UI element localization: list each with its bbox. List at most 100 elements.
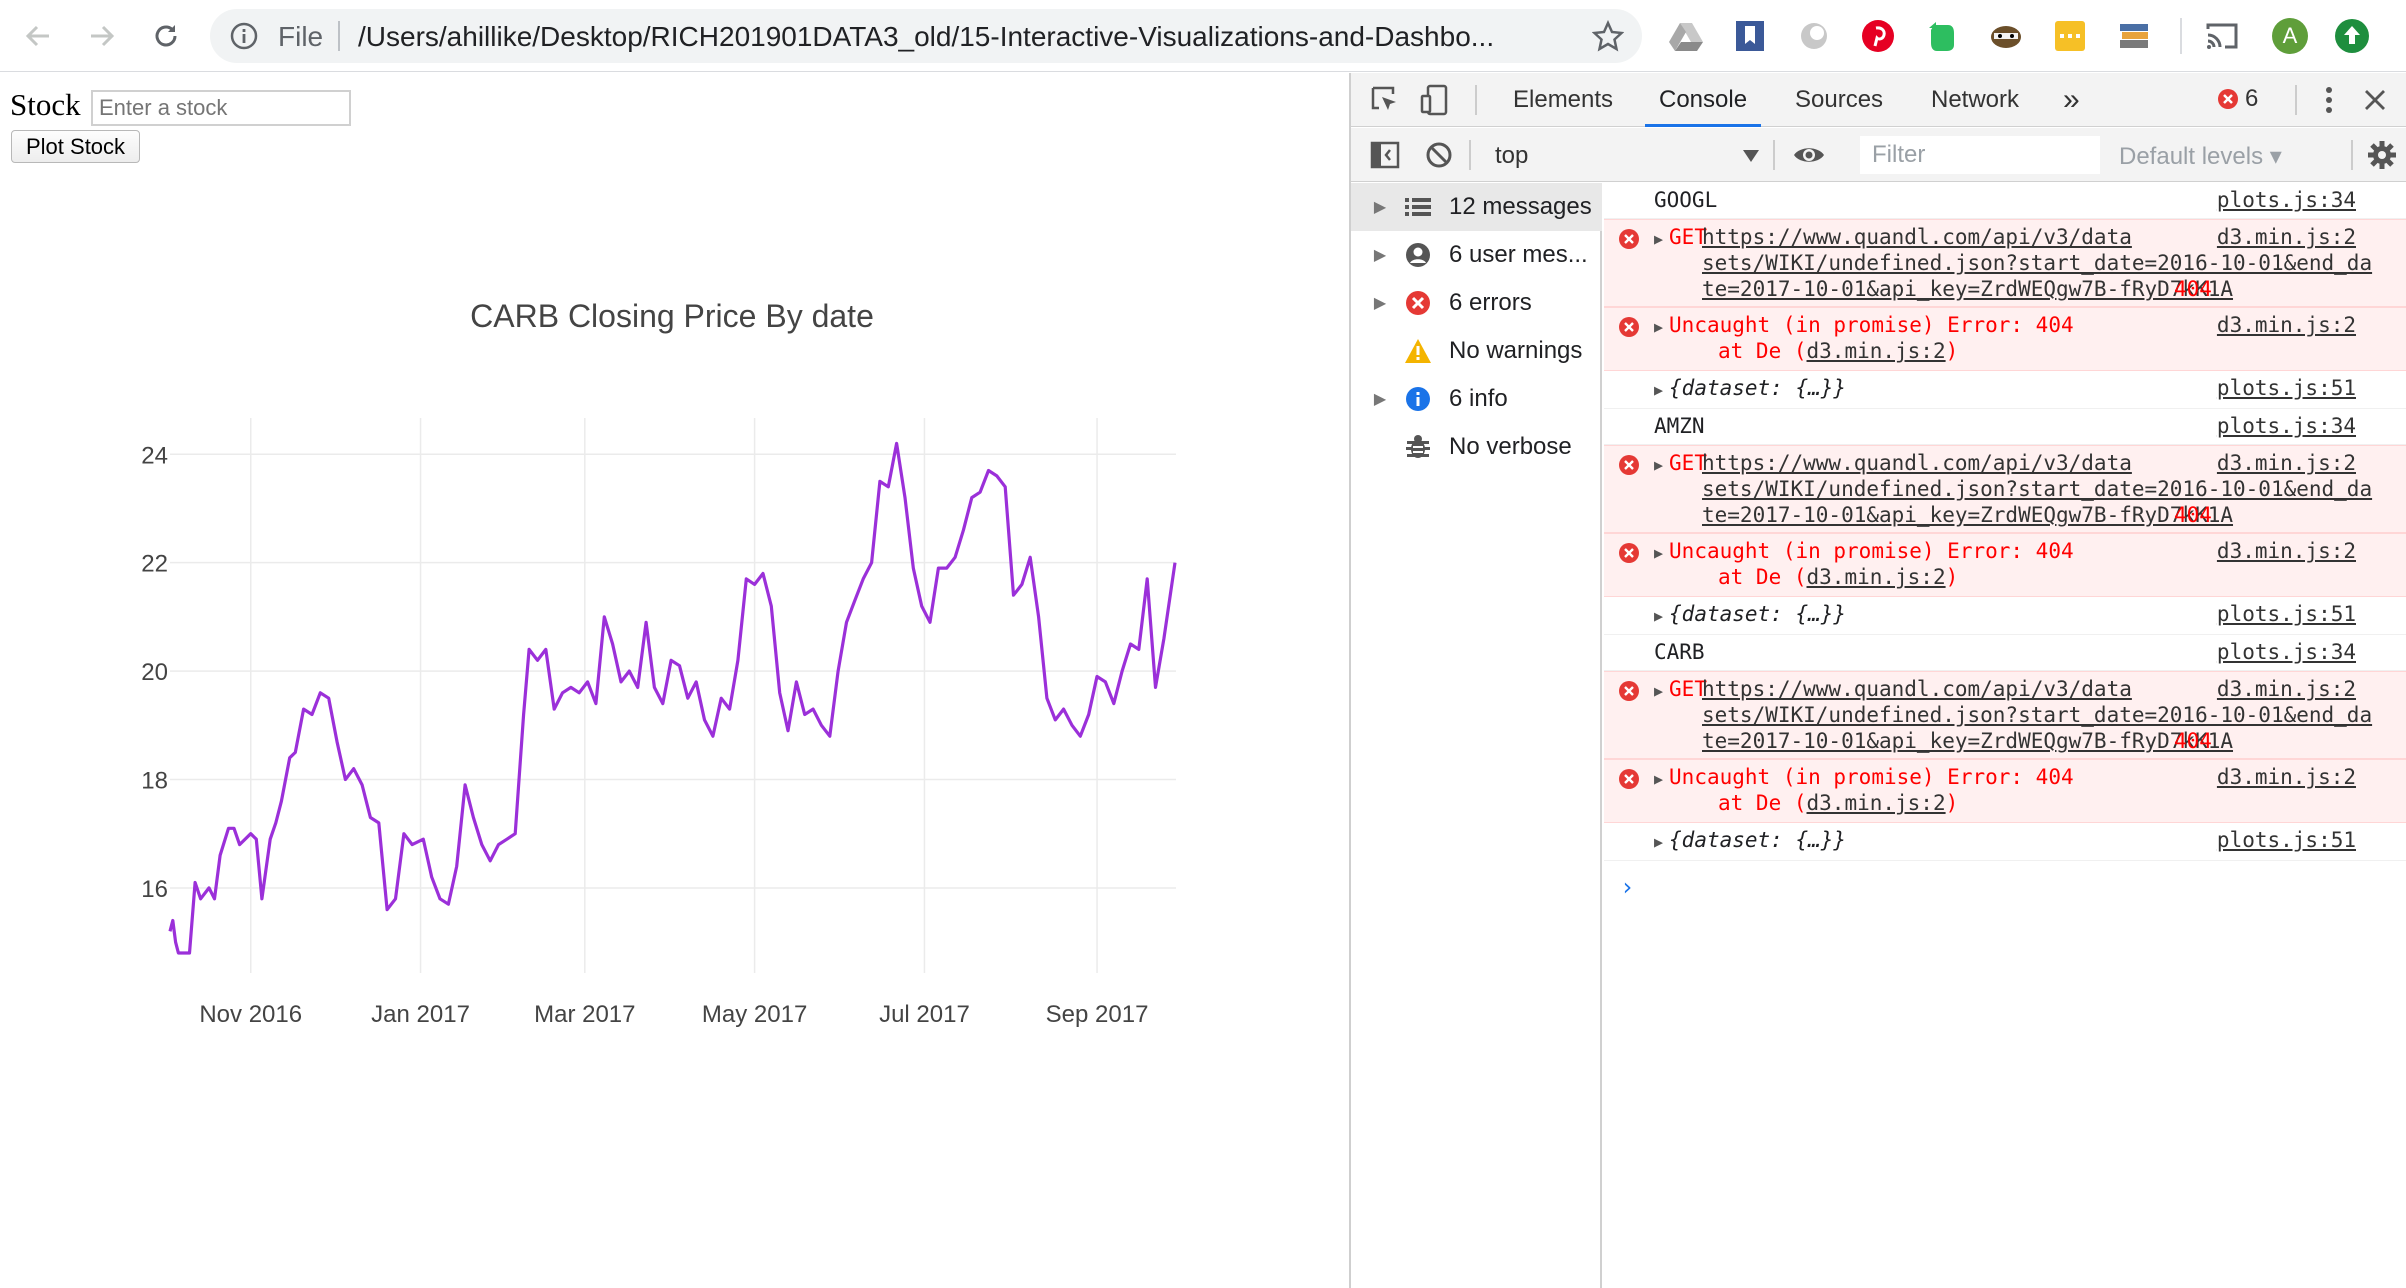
tab-console[interactable]: Console: [1645, 73, 1762, 127]
y-tick-label: 20: [141, 659, 168, 686]
source-link[interactable]: plots.js:34: [2217, 187, 2356, 213]
live-expression-eye-icon[interactable]: [1791, 137, 1827, 173]
evernote-icon[interactable]: [1922, 16, 1962, 56]
object-preview[interactable]: {dataset: {…}}: [1669, 602, 1846, 626]
plot-stock-button[interactable]: Plot Stock: [11, 130, 141, 163]
ghost-extension-icon[interactable]: [1794, 16, 1834, 56]
status-code: 404: [2174, 277, 2212, 301]
expand-triangle-icon[interactable]: ▶: [1365, 245, 1395, 265]
chart-title: CARB Closing Price By date: [470, 298, 874, 334]
console-error-uncaught-row[interactable]: ▶ Uncaught (in promise) Error: 404 at De …: [1604, 307, 2406, 371]
address-bar[interactable]: File /Users/ahillike/Desktop/RICH201901D…: [210, 9, 1642, 63]
console-object-row[interactable]: ▶ {dataset: {…}} plots.js:51: [1604, 823, 2406, 861]
drive-extension-icon[interactable]: [1666, 16, 1706, 56]
console-error-uncaught-row[interactable]: ▶ Uncaught (in promise) Error: 404 at De …: [1604, 759, 2406, 823]
expand-triangle-icon[interactable]: ▶: [1365, 197, 1395, 217]
console-error-get-row[interactable]: ▶ GET https://www.quandl.com/api/v3/data …: [1604, 445, 2406, 533]
reload-button[interactable]: [142, 12, 190, 60]
expand-triangle-icon[interactable]: ▶: [1654, 230, 1663, 248]
log-levels-dropdown[interactable]: Default levels ▾: [2119, 142, 2282, 171]
source-link[interactable]: plots.js:34: [2217, 413, 2356, 439]
source-link[interactable]: d3.min.js:2: [2217, 450, 2356, 476]
source-link[interactable]: plots.js:51: [2217, 601, 2356, 627]
source-link[interactable]: d3.min.js:2: [2217, 312, 2356, 338]
profile-avatar[interactable]: A: [2270, 16, 2310, 56]
stack-frame-link[interactable]: d3.min.js:2: [1807, 565, 1946, 589]
source-link[interactable]: d3.min.js:2: [2217, 538, 2356, 564]
stack-frame-link[interactable]: d3.min.js:2: [1807, 339, 1946, 363]
error-counter[interactable]: 6: [2217, 85, 2258, 113]
source-link[interactable]: plots.js:34: [2217, 639, 2356, 665]
context-selector[interactable]: top: [1481, 140, 1759, 172]
console-error-get-row[interactable]: ▶ GET https://www.quandl.com/api/v3/data …: [1604, 671, 2406, 759]
error-text: Uncaught (in promise) Error: 404: [1669, 539, 2074, 563]
series-line-carb[interactable]: [168, 441, 1177, 955]
stock-line-chart: CARB Closing Price By date 16 18 20 22 24 No…: [141, 298, 1177, 1028]
raccoon-extension-icon[interactable]: [1986, 16, 2026, 56]
error-text: Uncaught (in promise) Error: 404: [1669, 313, 2074, 337]
file-label: File: [278, 21, 324, 52]
device-toolbar-icon[interactable]: [1417, 82, 1453, 118]
expand-triangle-icon[interactable]: ▶: [1365, 389, 1395, 409]
info-icon[interactable]: [230, 22, 258, 50]
console-prompt[interactable]: ›: [1620, 873, 1634, 901]
tab-sources[interactable]: Sources: [1781, 73, 1897, 127]
expand-triangle-icon[interactable]: ▶: [1365, 293, 1395, 313]
console-error-uncaught-row[interactable]: ▶ Uncaught (in promise) Error: 404 at De …: [1604, 533, 2406, 597]
url-text[interactable]: /Users/ahillike/Desktop/RICH201901DATA3_…: [358, 21, 1538, 53]
expand-triangle-icon[interactable]: ▶: [1654, 318, 1663, 336]
console-log-row[interactable]: CARB plots.js:34: [1604, 635, 2406, 671]
object-preview[interactable]: {dataset: {…}}: [1669, 376, 1846, 400]
stock-input[interactable]: [91, 90, 351, 126]
expand-triangle-icon[interactable]: ▶: [1654, 607, 1663, 625]
expand-triangle-icon[interactable]: ▶: [1654, 456, 1663, 474]
sidebar-toggle-icon[interactable]: [1367, 137, 1403, 173]
expand-triangle-icon[interactable]: ▶: [1654, 682, 1663, 700]
expand-triangle-icon[interactable]: ▶: [1654, 833, 1663, 851]
clear-console-icon[interactable]: [1421, 137, 1457, 173]
source-link[interactable]: d3.min.js:2: [2217, 676, 2356, 702]
console-log-row[interactable]: GOOGL plots.js:34: [1604, 183, 2406, 219]
error-text: Uncaught (in promise) Error: 404: [1669, 765, 2074, 789]
source-link[interactable]: d3.min.js:2: [2217, 224, 2356, 250]
forward-button[interactable]: [78, 12, 126, 60]
console-object-row[interactable]: ▶ {dataset: {…}} plots.js:51: [1604, 371, 2406, 409]
expand-triangle-icon[interactable]: ▶: [1654, 381, 1663, 399]
sidebar-item-errors[interactable]: ▶ 6 errors: [1351, 279, 1602, 327]
tab-elements[interactable]: Elements: [1499, 73, 1627, 127]
inspect-element-icon[interactable]: [1367, 82, 1403, 118]
source-link[interactable]: plots.js:51: [2217, 375, 2356, 401]
stack-frame-link[interactable]: d3.min.js:2: [1807, 791, 1946, 815]
bookmark-star-icon[interactable]: [1592, 20, 1624, 52]
status-code: 404: [2174, 729, 2212, 753]
sidebar-item-info[interactable]: ▶ 6 info: [1351, 375, 1602, 423]
source-link[interactable]: plots.js:51: [2217, 827, 2356, 853]
console-filter-input[interactable]: [1860, 136, 2100, 174]
object-preview[interactable]: {dataset: {…}}: [1669, 828, 1846, 852]
more-tabs-button[interactable]: »: [2049, 73, 2094, 127]
console-settings-gear-icon[interactable]: [2364, 137, 2400, 173]
error-icon: [1619, 543, 1639, 563]
back-button[interactable]: [14, 12, 62, 60]
console-error-get-row[interactable]: ▶ GET https://www.quandl.com/api/v3/data …: [1604, 219, 2406, 307]
console-object-row[interactable]: ▶ {dataset: {…}} plots.js:51: [1604, 597, 2406, 635]
bar-separator: [1773, 140, 1775, 170]
console-log-row[interactable]: AMZN plots.js:34: [1604, 409, 2406, 445]
pinterest-icon[interactable]: [1858, 16, 1898, 56]
expand-triangle-icon[interactable]: ▶: [1654, 544, 1663, 562]
keyboard-extension-icon[interactable]: [2050, 16, 2090, 56]
cast-icon[interactable]: [2202, 16, 2242, 56]
tab-network[interactable]: Network: [1917, 73, 2033, 127]
update-icon[interactable]: [2332, 16, 2372, 56]
books-extension-icon[interactable]: [2114, 16, 2154, 56]
sidebar-item-user-messages[interactable]: ▶ 6 user mes...: [1351, 231, 1602, 279]
kebab-menu-icon[interactable]: [2311, 82, 2347, 118]
back-arrow-icon: [25, 25, 49, 47]
sidebar-item-warnings[interactable]: No warnings: [1351, 327, 1602, 375]
source-link[interactable]: d3.min.js:2: [2217, 764, 2356, 790]
sidebar-item-verbose[interactable]: No verbose: [1351, 423, 1602, 471]
close-devtools-icon[interactable]: [2357, 82, 2393, 118]
expand-triangle-icon[interactable]: ▶: [1654, 770, 1663, 788]
sidebar-item-messages[interactable]: ▶ 12 messages: [1351, 183, 1602, 231]
bookmark-extension-icon[interactable]: [1730, 16, 1770, 56]
